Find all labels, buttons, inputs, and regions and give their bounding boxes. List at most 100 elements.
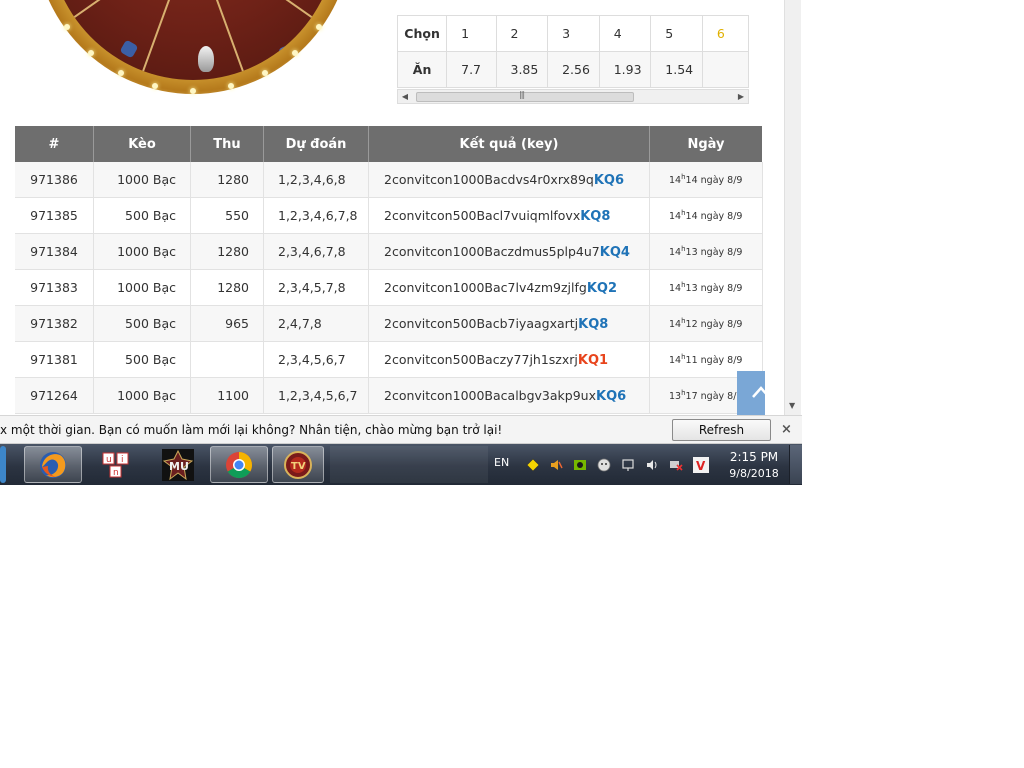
cell-thu: 1100 xyxy=(190,377,264,414)
odds-choose-cell[interactable]: 6 xyxy=(701,15,749,52)
cell-keo: 500 Bạc xyxy=(93,305,191,342)
time-minute-date: 14 ngày 8/9 xyxy=(685,211,743,223)
odds-choose-cell[interactable]: 2 xyxy=(495,15,549,52)
scroll-left-icon[interactable]: ◀ xyxy=(398,90,412,104)
odds-pay-cell: 1.93 xyxy=(598,51,652,88)
history-row: 971385 500 Bạc 550 1,2,3,4,6,7,8 2convitcon5… xyxy=(15,197,763,234)
odds-choose-cell[interactable]: 4 xyxy=(598,15,652,52)
network-disconnected-icon[interactable] xyxy=(669,458,683,472)
action-center-icon[interactable] xyxy=(621,458,635,472)
mu-game-icon: MU xyxy=(162,449,194,481)
svg-text:MU: MU xyxy=(169,460,189,473)
scroll-right-icon[interactable]: ▶ xyxy=(734,90,748,104)
cell-keo: 1000 Bạc xyxy=(93,233,191,270)
col-header-id: # xyxy=(15,126,94,162)
cell-id: 971382 xyxy=(15,305,94,342)
time-hour: 14 xyxy=(669,247,682,259)
time-minute-date: 13 ngày 8/9 xyxy=(685,283,743,295)
cell-ket-qua[interactable]: 2convitcon1000Baczdmus5plp4u7KQ4 xyxy=(368,233,650,270)
result-tag: KQ1 xyxy=(577,352,609,368)
history-row: 971381 500 Bạc 2,3,4,5,6,7 2convitcon500Bac… xyxy=(15,341,763,378)
odds-pay-row: Ăn 7.7 3.85 2.56 1.93 1.54 xyxy=(397,51,749,88)
time-minute-date: 13 ngày 8/9 xyxy=(685,247,743,259)
cell-ket-qua[interactable]: 2convitcon1000Bac7lv4zm9zjlfgKQ2 xyxy=(368,269,650,306)
wheel-token-icon xyxy=(119,39,139,59)
time-hour: 14 xyxy=(669,319,682,331)
grip-icon: ||| xyxy=(519,90,525,99)
odds-pay-cell: 3.85 xyxy=(495,51,549,88)
clock-time[interactable]: 2:15 PM xyxy=(725,450,783,464)
wheel-token-icon xyxy=(198,46,214,72)
time-minute-date: 14 ngày 8/9 xyxy=(685,175,743,187)
taskbar-unikey[interactable]: u i n xyxy=(88,446,144,483)
svg-text:u: u xyxy=(106,455,112,465)
speaker-muted-icon[interactable] xyxy=(549,458,563,472)
result-key: 2convitcon500Bacb7iyaagxartj xyxy=(384,315,579,331)
wheel-spoke xyxy=(192,0,317,21)
result-key: 2convitcon500Baczy77jh1szxrj xyxy=(384,351,578,367)
svg-text:V: V xyxy=(696,459,706,473)
cell-ket-qua[interactable]: 2convitcon500Bacb7iyaagxartjKQ8 xyxy=(368,305,650,342)
page-viewport: Chọn 1 2 3 4 5 6 Ăn 7.7 3.85 2.56 1.93 1… xyxy=(0,0,765,415)
odds-choose-cell[interactable]: 1 xyxy=(446,15,497,52)
time-hour: 14 xyxy=(669,283,682,295)
wheel-bulb xyxy=(262,70,268,76)
taskbar-empty-area xyxy=(330,446,488,483)
antivirus-v-icon[interactable]: V xyxy=(693,457,709,473)
odds-choose-label: Chọn xyxy=(397,15,448,52)
start-button[interactable] xyxy=(0,446,6,483)
app-tray-icon[interactable] xyxy=(597,458,611,472)
cell-ket-qua[interactable]: 2convitcon1000Bacalbgv3akp9uxKQ6 xyxy=(368,377,650,414)
notification-message: x một thời gian. Bạn có muốn làm mới lại… xyxy=(0,423,503,437)
back-to-top-button[interactable] xyxy=(737,371,765,415)
cell-keo: 500 Bạc xyxy=(93,197,191,234)
show-desktop-button[interactable] xyxy=(789,445,802,484)
firefox-notification-bar: x một thời gian. Bạn có muốn làm mới lại… xyxy=(0,415,802,457)
cell-du-doan: 1,2,3,4,5,6,7 xyxy=(263,377,369,414)
odds-choose-cell[interactable]: 5 xyxy=(650,15,703,52)
language-indicator[interactable]: EN xyxy=(494,456,509,469)
cell-ket-qua[interactable]: 2convitcon1000Bacdvs4r0xrx89qKQ6 xyxy=(368,162,650,198)
cell-ket-qua[interactable]: 2convitcon500Baczy77jh1szxrjKQ1 xyxy=(368,341,650,378)
network-warning-icon[interactable] xyxy=(526,458,540,472)
page-vertical-scrollbar[interactable]: ▼ xyxy=(784,0,801,415)
cell-ket-qua[interactable]: 2convitcon500Bacl7vuiqmlfovxKQ8 xyxy=(368,197,650,234)
cell-du-doan: 1,2,3,4,6,7,8 xyxy=(263,197,369,234)
taskbar-game-launcher[interactable]: TV xyxy=(272,446,324,483)
lucky-wheel-image xyxy=(34,0,352,94)
odds-choose-cell[interactable]: 3 xyxy=(547,15,600,52)
odds-horizontal-scrollbar[interactable]: ◀ ||| ▶ xyxy=(397,89,749,104)
result-tag: KQ4 xyxy=(599,244,630,260)
odds-pay-cell xyxy=(701,51,749,88)
wheel-bulb xyxy=(64,24,70,30)
wheel-bulb xyxy=(316,24,322,30)
cell-id: 971384 xyxy=(15,233,94,270)
close-icon[interactable]: × xyxy=(781,422,792,437)
volume-icon[interactable] xyxy=(645,458,659,472)
history-row: 971382 500 Bạc 965 2,4,7,8 2convitcon500Bacb… xyxy=(15,305,763,342)
clock-date[interactable]: 9/8/2018 xyxy=(725,467,783,480)
cell-thu xyxy=(190,341,264,378)
cell-du-doan: 2,4,7,8 xyxy=(263,305,369,342)
game-launcher-icon: TV xyxy=(284,451,312,479)
time-hour: 14 xyxy=(669,355,682,367)
bet-history-table: # Kèo Thu Dự đoán Kết quả (key) Ngày 971… xyxy=(15,126,763,414)
scroll-down-icon[interactable]: ▼ xyxy=(789,401,795,410)
cell-thu: 1280 xyxy=(190,233,264,270)
windows-taskbar: u i n MU TV EN V 2:15 PM 9/8/2018 xyxy=(0,444,802,485)
nvidia-icon[interactable] xyxy=(573,458,587,472)
result-key: 2convitcon1000Bacdvs4r0xrx89q xyxy=(384,171,594,187)
col-header-ket-qua: Kết quả (key) xyxy=(368,126,650,162)
odds-table-container: Chọn 1 2 3 4 5 6 Ăn 7.7 3.85 2.56 1.93 1… xyxy=(397,15,749,105)
history-row: 971264 1000 Bạc 1100 1,2,3,4,5,6,7 2convitco… xyxy=(15,377,763,414)
cell-thu: 1280 xyxy=(190,269,264,306)
cell-keo: 1000 Bạc xyxy=(93,162,191,198)
refresh-firefox-button[interactable]: Refresh Firefox... xyxy=(672,419,771,457)
taskbar-firefox[interactable] xyxy=(24,446,82,483)
wheel-bulb xyxy=(118,70,124,76)
result-key: 2convitcon1000Bac7lv4zm9zjlfg xyxy=(384,279,587,295)
result-tag: KQ6 xyxy=(596,388,627,404)
odds-scroll-thumb[interactable]: ||| xyxy=(416,90,634,102)
taskbar-mu-game[interactable]: MU xyxy=(150,446,206,483)
taskbar-chrome[interactable] xyxy=(210,446,268,483)
